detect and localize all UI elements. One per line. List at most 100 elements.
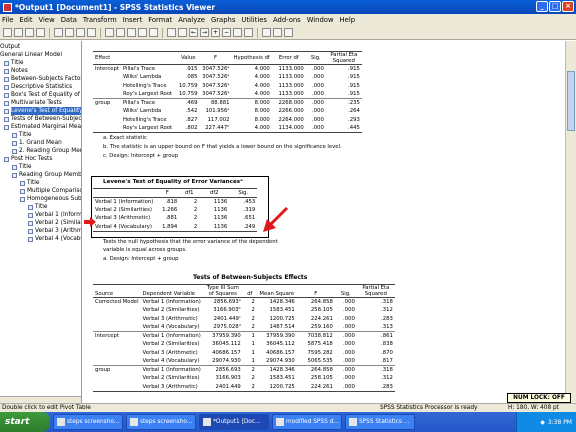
outline-item[interactable]: Output — [0, 43, 20, 51]
outline-item[interactable]: Multivariate Tests — [4, 99, 62, 107]
scrollbar-thumb[interactable] — [567, 71, 575, 131]
menu-window[interactable]: Window — [307, 16, 334, 24]
promote-icon[interactable]: ← — [189, 28, 198, 37]
outline-item[interactable]: Verbal 3 (Arithmetic) — [28, 227, 81, 235]
outline-item[interactable]: Title — [12, 163, 31, 171]
outline-item[interactable]: Between-Subjects Factors — [4, 75, 81, 83]
outline-item[interactable]: Title — [20, 179, 39, 187]
table-cell: Verbal 2 (Similarities) — [142, 341, 200, 348]
recall-dialog-icon[interactable] — [65, 28, 74, 37]
chart-icon[interactable] — [138, 28, 147, 37]
column-header — [121, 52, 177, 65]
hide-item-icon[interactable] — [244, 28, 253, 37]
outline-item[interactable]: Title — [12, 131, 31, 139]
menu-data[interactable]: Data — [61, 16, 77, 24]
table-cell: 117.002 — [207, 116, 230, 123]
outline-item[interactable]: Tests of Between-Subjects Effects — [4, 115, 81, 123]
outline-item[interactable]: Box's Test of Equality of Covariances — [4, 91, 81, 99]
insert-output-icon[interactable] — [149, 28, 158, 37]
table-cell: Hotelling's Trace — [122, 116, 167, 123]
save-icon[interactable] — [14, 28, 23, 37]
minimize-button[interactable]: _ — [536, 1, 548, 12]
column-header: Sig. — [310, 55, 321, 61]
close-button[interactable]: × — [562, 1, 574, 12]
menu-help[interactable]: Help — [340, 16, 356, 24]
export-icon[interactable] — [54, 28, 63, 37]
outline-item-selected[interactable]: Levene's Test of Equality of Error — [4, 107, 81, 115]
between-subjects-table[interactable]: Source Dependent Variable Type III Sum o… — [93, 284, 395, 392]
taskbar-button[interactable]: SPSS Statistics ... — [345, 414, 415, 430]
undo-icon[interactable] — [76, 28, 85, 37]
table-cell — [93, 116, 121, 125]
table-cell: 1.894 — [162, 223, 178, 230]
insert-title-icon[interactable] — [273, 28, 282, 37]
outline-item[interactable]: Verbal 2 (Similarities) — [28, 219, 81, 227]
menu-transform[interactable]: Transform — [83, 16, 117, 24]
outline-item[interactable]: Estimated Marginal Means — [4, 123, 81, 131]
table-cell: .838 — [381, 341, 393, 348]
outline-item[interactable]: Multiple Comparisons — [20, 187, 81, 195]
taskbar-button-active[interactable]: *Output1 [Doc... — [199, 414, 269, 430]
goto-case-icon[interactable] — [116, 28, 125, 37]
outline-item[interactable]: Post Hoc Tests — [4, 155, 52, 163]
table-cell: Verbal 4 (Vocabulary) — [95, 223, 152, 230]
menu-format[interactable]: Format — [148, 16, 172, 24]
taskbar-button[interactable]: modified SPSS d... — [272, 414, 342, 430]
insert-heading-icon[interactable] — [262, 28, 271, 37]
outline-item[interactable]: Homogeneous Subsets — [20, 195, 81, 203]
print-icon[interactable] — [25, 28, 34, 37]
table-cell: 101.956ᵃ — [205, 108, 230, 115]
left-red-arrow-icon — [84, 217, 96, 227]
print-preview-icon[interactable] — [36, 28, 45, 37]
menu-utilities[interactable]: Utilities — [241, 16, 267, 24]
table-cell — [93, 73, 121, 82]
outline-item[interactable]: Descriptive Statistics — [4, 83, 72, 91]
menu-view[interactable]: View — [39, 16, 55, 24]
expand-icon[interactable]: + — [211, 28, 220, 37]
menu-edit[interactable]: Edit — [19, 16, 32, 24]
outline-item[interactable]: Reading Group Membership — [12, 171, 81, 179]
outline-item[interactable]: Verbal 4 (Vocabulary) — [28, 235, 81, 243]
open-icon[interactable] — [3, 28, 12, 37]
variables-icon[interactable] — [127, 28, 136, 37]
taskbar-button[interactable]: steps screensho... — [53, 414, 123, 430]
outline-item[interactable]: Title — [28, 203, 47, 211]
menu-addons[interactable]: Add-ons — [273, 16, 301, 24]
column-header: F — [213, 55, 217, 61]
multivariate-tests-table[interactable]: Effect Value F Hypothesis df Error df Si… — [93, 51, 362, 133]
hide-icon[interactable] — [178, 28, 187, 37]
table-cell: .827 — [185, 116, 198, 123]
menu-analyze[interactable]: Analyze — [178, 16, 205, 24]
menu-file[interactable]: File — [2, 16, 13, 24]
column-header: F — [165, 189, 169, 196]
column-header: Dependent Variable — [142, 291, 196, 297]
levene-table[interactable]: F df1 df2 Sig. Verbal 1 (Information) .81… — [93, 188, 258, 232]
demote-icon[interactable]: → — [200, 28, 209, 37]
show-icon[interactable] — [233, 28, 242, 37]
outline-item[interactable]: Verbal 1 (Information) — [28, 211, 81, 219]
table-cell: 2 — [251, 299, 255, 305]
table-header-row: Source Dependent Variable Type III Sum o… — [93, 285, 395, 298]
start-button[interactable]: start — [0, 412, 50, 432]
insert-text-icon[interactable] — [284, 28, 293, 37]
outline-horizontal-scrollbar[interactable] — [0, 396, 81, 403]
menu-insert[interactable]: Insert — [123, 16, 143, 24]
maximize-button[interactable]: □ — [549, 1, 561, 12]
outline-item[interactable]: Notes — [4, 67, 28, 75]
menu-graphs[interactable]: Graphs — [211, 16, 235, 24]
table-cell: 1133.000 — [278, 82, 304, 89]
outline-item[interactable]: General Linear Model — [0, 51, 62, 59]
vertical-scrollbar[interactable] — [565, 41, 576, 403]
collapse-icon[interactable]: − — [222, 28, 231, 37]
redo-icon[interactable] — [87, 28, 96, 37]
num-lock-indicator: NUM LOCK: OFF — [507, 393, 571, 403]
outline-item[interactable]: 1. Grand Mean — [12, 139, 62, 147]
tray-icon[interactable]: ◆ — [540, 419, 545, 426]
outline-item[interactable]: 2. Reading Group Membership — [12, 147, 81, 155]
taskbar-button[interactable]: steps screensho... — [126, 414, 196, 430]
show-all-icon[interactable] — [167, 28, 176, 37]
goto-data-icon[interactable] — [105, 28, 114, 37]
table-cell: 36045.112 — [212, 341, 241, 348]
book-icon — [28, 220, 33, 226]
outline-item[interactable]: Title — [4, 59, 23, 67]
